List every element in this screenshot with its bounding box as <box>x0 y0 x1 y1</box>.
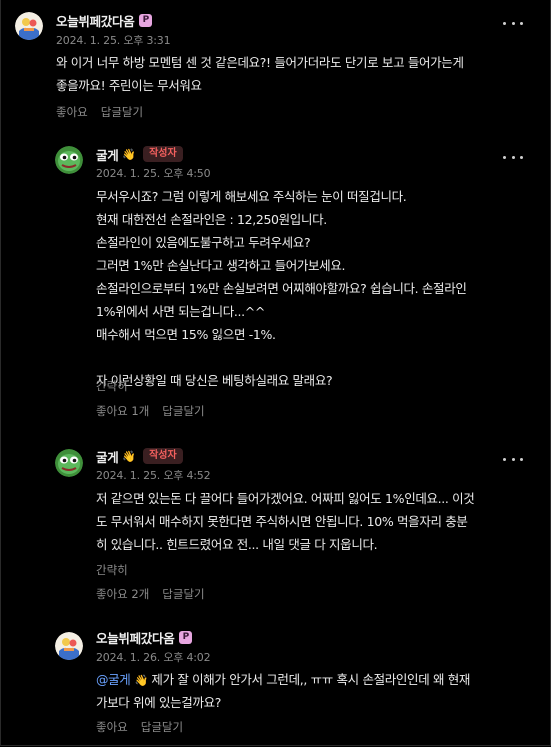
collapse-link[interactable]: 간략히 <box>96 378 128 394</box>
comment-timestamp: 2024. 1. 25. 오후 4:50 <box>96 167 211 180</box>
waving-hand-icon: 👋 <box>122 147 137 161</box>
comment-body: 와 이거 너무 하방 모멘텀 센 것 같은데요?! 들어가더라도 단기로 보고 … <box>56 51 464 97</box>
premium-badge: P <box>139 13 153 27</box>
comment-4: 오늘뷔페갔다옴 P 2024. 1. 26. 오후 4:02 @굴게 👋 제가 잘… <box>1 618 550 745</box>
comment-body: 무서우시죠? 그럼 이렇게 해보세요 주식하는 눈이 떠질겁니다. 현재 대한전… <box>96 185 467 392</box>
more-options-icon[interactable] <box>503 149 523 165</box>
comment-2: 굴게 👋 작성자 2024. 1. 25. 오후 4:50 무서우시죠? 그럼 … <box>1 130 550 430</box>
user-avatar[interactable] <box>55 632 83 660</box>
author-name[interactable]: 오늘뷔페갔다옴 <box>96 628 175 647</box>
mention-link[interactable]: @굴게 <box>96 672 131 687</box>
comment-line: 와 이거 너무 하방 모멘텀 센 것 같은데요?! 들어가더라도 단기로 보고 … <box>56 55 464 70</box>
user-avatar[interactable] <box>55 146 83 174</box>
like-button[interactable]: 좋아요 <box>96 719 128 735</box>
comment-line: 현재 대한전선 손절라인은 : 12,250원입니다. <box>96 212 327 227</box>
like-button[interactable]: 좋아요 2개 <box>96 586 149 602</box>
comment-line: 손절라인이 있음에도불구하고 두려우세요? <box>96 235 311 250</box>
reply-button[interactable]: 답글달기 <box>101 104 143 120</box>
author-name[interactable]: 굴게 <box>96 447 119 466</box>
comment-line: 히 있습니다.. 힌트드렸어요 전... 내일 댓글 다 지웁니다. <box>96 537 378 552</box>
reply-button[interactable]: 답글달기 <box>162 403 204 419</box>
comment-line <box>96 346 467 369</box>
author-badge: 작성자 <box>143 448 183 464</box>
premium-badge: P <box>179 630 193 644</box>
comment-body: 저 같으면 있는돈 다 끌어다 들어가겠어요. 어짜피 잃어도 1%인데요...… <box>96 487 475 556</box>
comment-line: 저 같으면 있는돈 다 끌어다 들어가겠어요. 어짜피 잃어도 1%인데요...… <box>96 491 475 506</box>
comment-timestamp: 2024. 1. 25. 오후 3:31 <box>56 34 171 47</box>
comment-line: 가보다 위에 있는걸까요? <box>96 695 222 710</box>
waving-hand-icon: 👋 <box>122 449 137 463</box>
collapse-link[interactable]: 간략히 <box>96 562 128 578</box>
more-options-icon[interactable] <box>503 451 523 467</box>
comment-line: 1%위에서 사면 되는겁니다...^^ <box>96 304 265 319</box>
comment-text: 제가 잘 이해가 안가서 그런데,, ㅠㅠ 혹시 손절라인인데 왜 현재 <box>147 672 471 687</box>
user-avatar[interactable] <box>55 449 83 477</box>
comment-line: 그러면 1%만 손실난다고 생각하고 들어가보세요. <box>96 258 346 273</box>
comment-line: 무서우시죠? 그럼 이렇게 해보세요 주식하는 눈이 떠질겁니다. <box>96 189 407 204</box>
comment-thread: 오늘뷔페갔다옴 P 2024. 1. 25. 오후 3:31 와 이거 너무 하… <box>0 0 551 746</box>
comment-line: 매수해서 먹으면 15% 잃으면 -1%. <box>96 327 276 342</box>
like-button[interactable]: 좋아요 <box>56 104 88 120</box>
waving-hand-icon: 👋 <box>134 674 148 687</box>
comment-line: 자 이런상황일 때 당신은 베팅하실래요 말래요? <box>96 373 333 388</box>
comment-body: @굴게 👋 제가 잘 이해가 안가서 그런데,, ㅠㅠ 혹시 손절라인인데 왜 현… <box>96 668 470 714</box>
comment-line: 손절라인으로부터 1%만 손실보려면 어찌해야할까요? 쉽습니다. 손절라인 <box>96 281 467 296</box>
author-name[interactable]: 오늘뷔페갔다옴 <box>56 11 135 30</box>
reply-button[interactable]: 답글달기 <box>141 719 183 735</box>
comment-timestamp: 2024. 1. 25. 오후 4:52 <box>96 469 211 482</box>
user-avatar[interactable] <box>15 12 43 40</box>
comment-timestamp: 2024. 1. 26. 오후 4:02 <box>96 651 211 664</box>
comment-line: 좋을까요! 주린이는 무서워요 <box>56 78 202 93</box>
comment-line: @굴게 👋 제가 잘 이해가 안가서 그런데,, ㅠㅠ 혹시 손절라인인데 왜 현… <box>96 668 470 691</box>
author-name[interactable]: 굴게 <box>96 145 119 164</box>
comment-3: 굴게 👋 작성자 2024. 1. 25. 오후 4:52 저 같으면 있는돈 … <box>1 435 550 615</box>
author-badge: 작성자 <box>143 146 183 162</box>
like-button[interactable]: 좋아요 1개 <box>96 403 149 419</box>
comment-1: 오늘뷔페갔다옴 P 2024. 1. 25. 오후 3:31 와 이거 너무 하… <box>1 0 550 120</box>
reply-button[interactable]: 답글달기 <box>162 586 204 602</box>
more-options-icon[interactable] <box>503 15 523 31</box>
comment-line: 도 무서워서 매수하지 못한다면 주식하시면 안됩니다. 10% 먹을자리 충분 <box>96 514 468 529</box>
